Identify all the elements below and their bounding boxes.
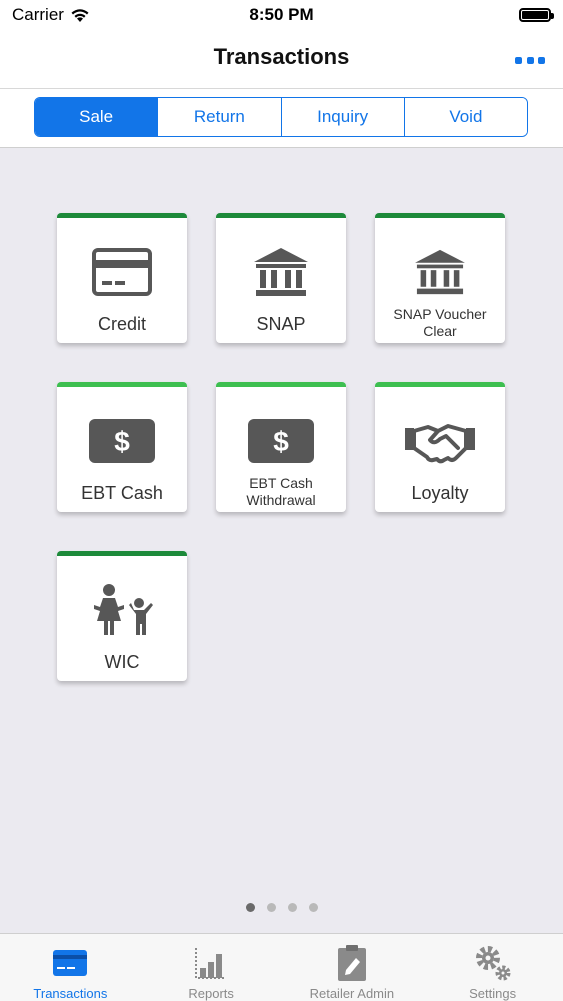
tab-retailer-admin[interactable]: Retailer Admin (282, 934, 423, 1001)
navigation-bar: Transactions (0, 30, 563, 89)
bank-icon (415, 249, 465, 295)
tile-label: SNAP (256, 314, 306, 334)
page-dot (266, 903, 276, 912)
page-title: Transactions (213, 44, 350, 69)
segment-void[interactable]: Void (403, 98, 527, 136)
tile-ebt-cash-withdrawal[interactable]: $ EBT Cash Withdrawal (216, 382, 346, 512)
status-left: Carrier (12, 5, 90, 25)
tab-label: Reports (188, 986, 234, 1001)
bar-chart-icon (195, 947, 227, 979)
ellipsis-icon-dot (515, 56, 522, 64)
handshake-icon (405, 424, 475, 464)
transaction-type-segmented-control: Sale Return Inquiry Void (34, 97, 528, 137)
clipboard-icon (337, 944, 366, 981)
tab-label: Retailer Admin (309, 986, 395, 1001)
battery-level (522, 11, 548, 19)
tile-icon-wrap: $ (216, 415, 346, 467)
tile-label: EBT Cash Withdrawal (246, 475, 316, 508)
tab-transactions[interactable]: Transactions (0, 934, 141, 1001)
tile-snap-voucher-clear[interactable]: SNAP Voucher Clear (375, 213, 505, 343)
tile-label: EBT Cash (81, 483, 163, 503)
tab-bar: Transactions Reports Retailer Admin Sett… (0, 933, 563, 1001)
tile-loyalty[interactable]: Loyalty (375, 382, 505, 512)
wifi-icon (71, 8, 89, 22)
tile-credit[interactable]: Credit (57, 213, 187, 343)
tab-icon-wrap (337, 943, 367, 982)
card-icon (53, 949, 88, 976)
gears-icon (475, 945, 511, 980)
tab-settings[interactable]: Settings (422, 934, 563, 1001)
battery-icon (519, 8, 554, 22)
dollar-icon: $ (89, 419, 155, 463)
tile-label: Loyalty (411, 483, 469, 503)
tile-icon-wrap (216, 246, 346, 298)
tile-wic[interactable]: WIC (57, 551, 187, 681)
segment-area: Sale Return Inquiry Void (0, 89, 563, 148)
tile-label: SNAP Voucher Clear (393, 306, 487, 339)
dollar-icon: $ (248, 419, 314, 463)
mother-child-icon (94, 584, 153, 635)
tab-icon-wrap (53, 943, 88, 982)
tile-ebt-cash[interactable]: $ EBT Cash (57, 382, 187, 512)
svg-text:$: $ (273, 426, 289, 457)
ellipsis-icon-dot (526, 56, 534, 64)
segment-sale[interactable]: Sale (35, 98, 158, 136)
segment-return[interactable]: Return (157, 98, 281, 136)
tab-icon-wrap (474, 943, 512, 982)
page-dot (308, 903, 318, 912)
tile-label: WIC (104, 652, 140, 672)
page-dot (287, 903, 297, 912)
status-bar: Carrier 8:50 PM (0, 0, 563, 30)
segment-inquiry[interactable]: Inquiry (280, 98, 404, 136)
tab-icon-wrap (194, 943, 228, 982)
tile-snap[interactable]: SNAP (216, 213, 346, 343)
tab-reports[interactable]: Reports (141, 934, 282, 1001)
bank-icon (254, 248, 308, 296)
credit-card-icon (92, 248, 152, 296)
tile-label: Credit (97, 314, 146, 334)
tab-label: Settings (469, 986, 517, 1001)
tile-icon-wrap (57, 246, 187, 298)
tile-icon-wrap: $ (57, 415, 187, 467)
ellipsis-icon-dot (538, 56, 545, 64)
tab-label: Transactions (33, 986, 108, 1001)
carrier-label: Carrier (12, 5, 64, 24)
tile-icon-wrap (375, 246, 505, 298)
page-dot (245, 903, 255, 912)
svg-text:$: $ (114, 426, 130, 457)
more-options-button[interactable] (515, 50, 545, 70)
page-indicator[interactable] (0, 903, 563, 912)
tile-icon-wrap (57, 584, 187, 636)
tile-icon-wrap (375, 415, 505, 467)
